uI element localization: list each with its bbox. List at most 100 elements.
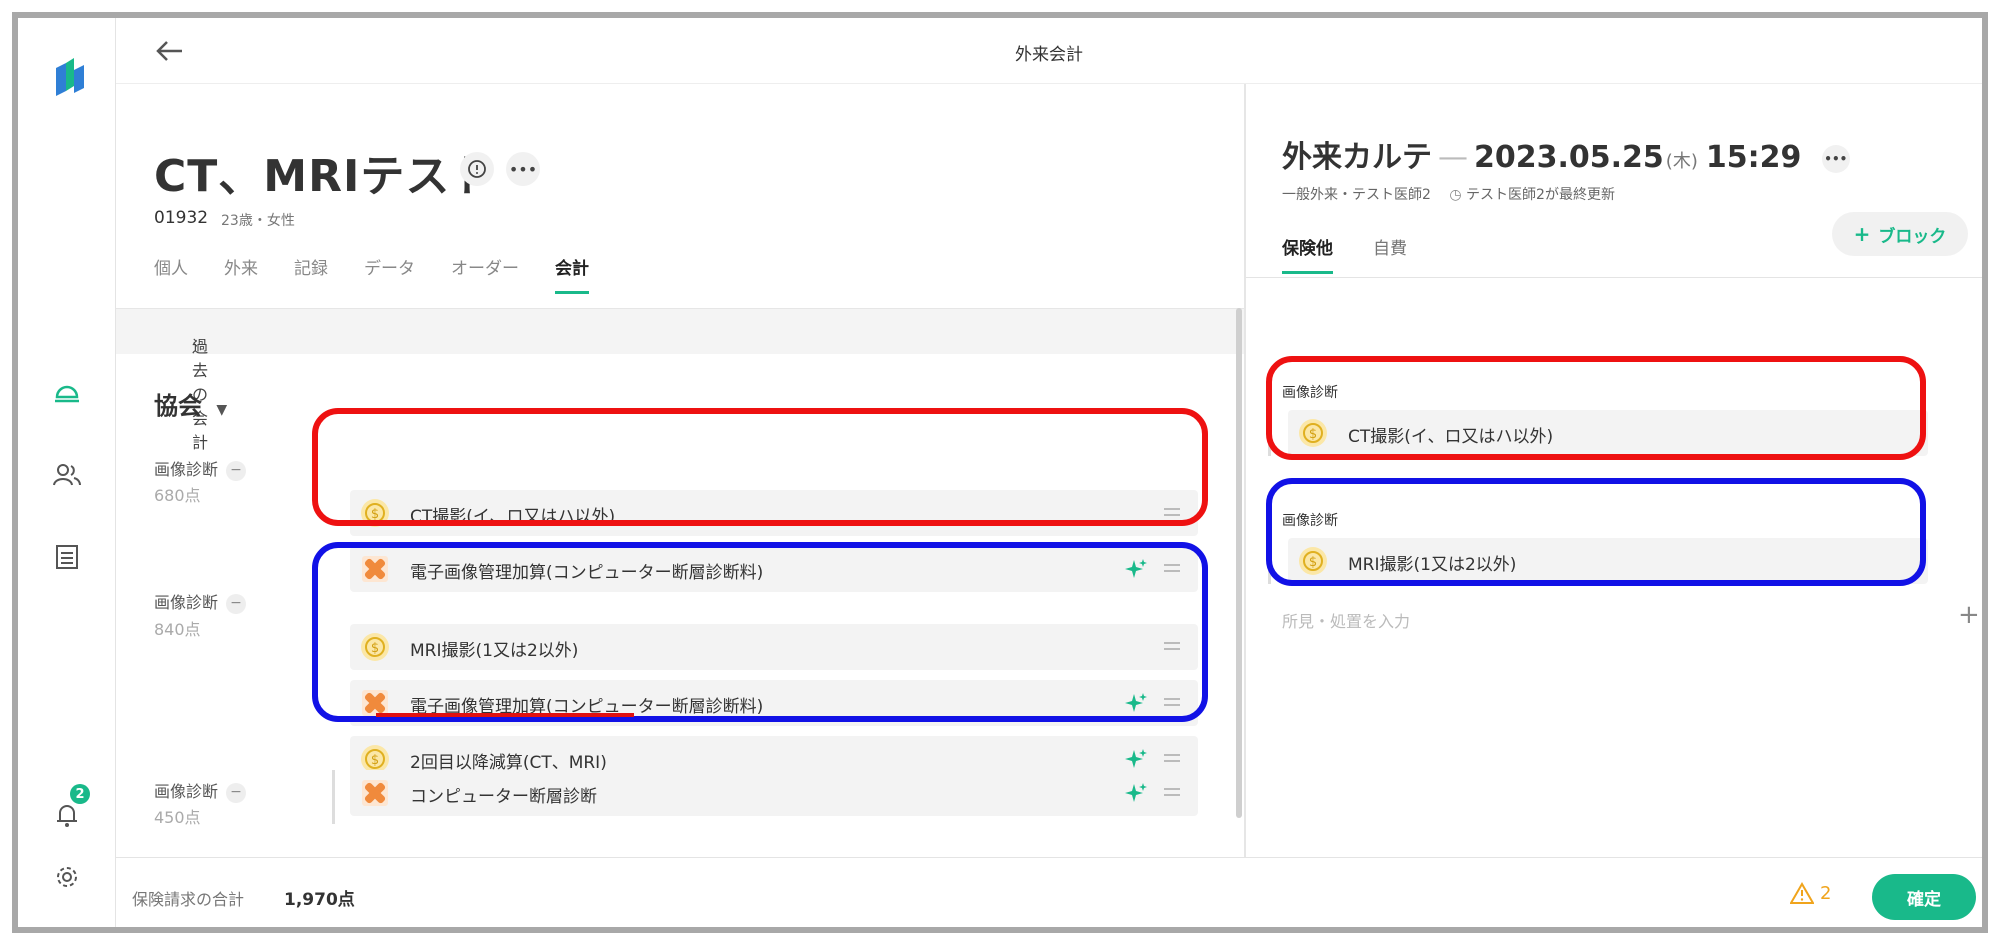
collapse-icon[interactable]: − [226,460,247,481]
group-name: 画像診断 [154,460,219,479]
coin-icon: $ [361,633,389,661]
chart-subtitle: 一般外来・テスト医師2 ◷ テスト医師2が最終更新 [1282,184,1615,204]
billing-item[interactable]: $ MRI撮影(1又は2以外) [350,624,1198,670]
total-value: 1,970点 [284,890,355,910]
item-label: CT撮影(イ、ロ又はハ以外) [1348,427,1554,447]
collapse-icon[interactable]: − [226,782,247,803]
info-icon[interactable] [460,152,494,186]
sparkle-icon[interactable] [1124,557,1148,581]
app-logo-icon [56,58,84,96]
top-bar: 外来会計 [116,18,1982,84]
drag-handle-icon[interactable] [1164,752,1180,764]
group-bracket [332,770,335,824]
notification-badge: 2 [70,784,90,804]
drag-handle-icon[interactable] [1164,506,1180,518]
billing-item[interactable]: $ CT撮影(イ、ロ又はハ以外) [350,490,1198,536]
collapse-icon[interactable]: − [226,593,247,614]
chart-group-label: 画像診断 [1282,513,1338,529]
footer-bar: 保険請求の合計 1,970点 2 確定 [116,857,1982,927]
drag-handle-icon[interactable] [1164,640,1180,652]
group-bracket [1268,410,1271,456]
tab-data[interactable]: データ [364,254,415,294]
patients-icon[interactable] [52,460,82,490]
coin-icon: $ [361,499,389,527]
section-title-label: 協会 [154,392,202,420]
warning-triangle-icon [1790,882,1814,904]
billing-item[interactable]: 電子画像管理加算(コンピューター断層診断料) [350,680,1198,726]
warning-indicator[interactable]: 2 [1790,882,1831,904]
page-title: 外来会計 [1015,45,1083,65]
records-icon[interactable] [52,542,82,572]
findings-input[interactable]: 所見・処置を入力 [1282,608,1410,632]
group-label: 画像診断 − [154,589,247,614]
group-name: 画像診断 [154,782,219,801]
sparkle-icon[interactable] [1124,781,1148,805]
patient-id: 01932 [154,208,209,228]
plus-icon: + [1853,222,1871,246]
chart-order-item[interactable]: $ CT撮影(イ、ロ又はハ以外) [1288,410,1928,456]
bandage-icon [362,780,388,806]
tab-records[interactable]: 記録 [294,254,328,294]
svg-text:$: $ [371,641,379,656]
item-label: CT撮影(イ、ロ又はハ以外) [410,507,616,527]
svg-text:$: $ [1309,555,1317,570]
coin-icon: $ [1299,419,1327,447]
coin-icon: $ [1299,547,1327,575]
caret-down-icon: ▼ [216,402,228,418]
item-label: MRI撮影(1又は2以外) [410,641,579,661]
title-separator: — [1438,140,1468,175]
settings-gear-icon[interactable] [52,862,82,892]
item-label: MRI撮影(1又は2以外) [1348,555,1517,575]
chart-group-label: 画像診断 [1282,385,1338,401]
group-name: 画像診断 [154,593,219,612]
billing-item[interactable]: コンピューター断層診断 [350,770,1198,816]
tab-insurance[interactable]: 保険他 [1282,234,1333,274]
patient-tabs: 個人 外来 記録 データ オーダー 会計 [154,254,625,294]
add-block-label: ブロック [1878,226,1947,247]
add-item-plus-icon[interactable]: + [1958,600,1980,630]
bell-icon[interactable] [52,800,82,830]
item-label: 電子画像管理加算(コンピューター断層診断料) [410,563,764,583]
svg-text:$: $ [371,507,379,522]
chart-pane: 外来カルテ —2023.05.25 (木) 15:29 ••• 一般外来・テスト医師2… [1246,84,1982,857]
nav-rail: 2 [18,18,116,927]
accounting-pane: CT、MRIテスト ••• 01932 23歳・女性 個人 外来 記録 データ … [116,84,1244,857]
item-label: コンピューター断層診断 [410,787,597,807]
group-label: 画像診断 − [154,778,247,803]
last-updated: テスト医師2が最終更新 [1466,187,1615,203]
tab-self-pay[interactable]: 自費 [1373,234,1407,274]
chart-weekday: (木) [1665,151,1698,172]
drag-handle-icon[interactable] [1164,562,1180,574]
past-accounting-link[interactable]: ‹ 過去の会計 [116,308,1244,452]
sparkle-icon[interactable] [1124,691,1148,715]
tab-personal[interactable]: 個人 [154,254,188,294]
group-label: 画像診断 − [154,456,247,481]
tab-accounting[interactable]: 会計 [555,254,589,294]
tabs-underline [1246,277,1982,278]
add-block-button[interactable]: + ブロック [1832,212,1968,256]
svg-text:$: $ [1309,427,1317,442]
patient-age-sex: 23歳・女性 [221,213,295,229]
drag-handle-icon[interactable] [1164,696,1180,708]
warning-count: 2 [1820,882,1832,904]
group-points: 450点 [154,808,201,827]
scrollbar[interactable] [1236,308,1242,818]
chart-title: 外来カルテ [1282,140,1432,175]
total-label: 保険請求の合計 [132,890,245,909]
confirm-button[interactable]: 確定 [1872,874,1976,920]
insurance-section-title[interactable]: 協会 ▼ [154,386,227,421]
billing-item[interactable]: 電子画像管理加算(コンピューター断層診断料) [350,546,1198,592]
svg-text:$: $ [371,753,379,768]
tab-orders[interactable]: オーダー [451,254,519,294]
drag-handle-icon[interactable] [1164,786,1180,798]
chart-department: 一般外来・テスト医師2 [1282,187,1431,203]
chart-time: 15:29 [1705,140,1802,175]
home-icon[interactable] [52,378,82,408]
app-window: 2 外来会計 CT、MRIテスト ••• 01932 23歳・女性 個人 外来 … [12,12,1988,933]
sparkle-icon[interactable] [1124,747,1148,771]
chart-order-item[interactable]: $ MRI撮影(1又は2以外) [1288,538,1928,584]
tab-outpatient[interactable]: 外来 [224,254,258,294]
annotation-underline [376,713,634,717]
more-options-icon[interactable]: ••• [506,152,540,186]
more-options-icon[interactable]: ••• [1821,144,1850,173]
